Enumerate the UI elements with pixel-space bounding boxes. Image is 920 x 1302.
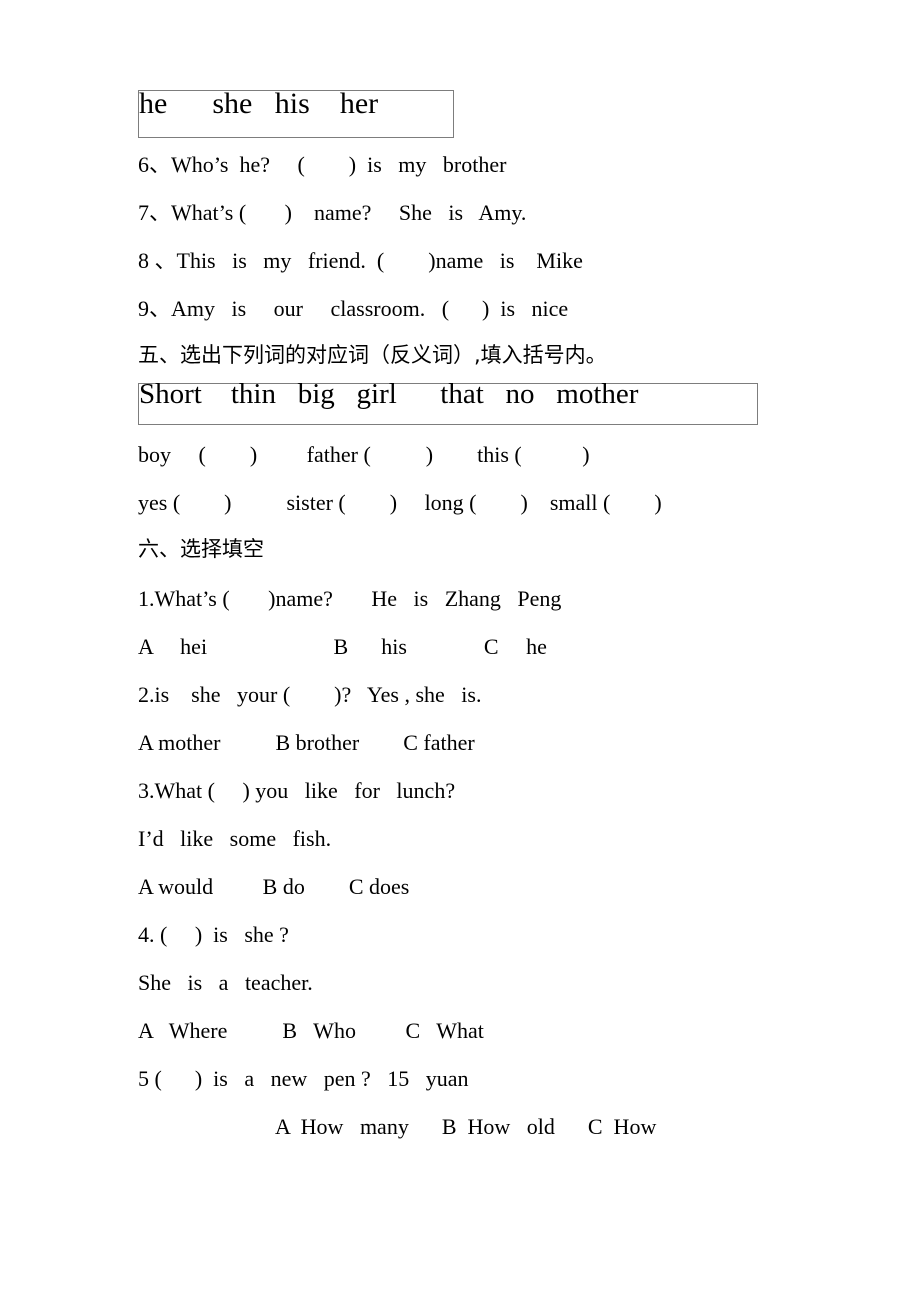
- worksheet-page: he she his her 6、Who’s he? ( ) is my bro…: [0, 0, 920, 1302]
- mc-question-2-stem: 2.is she your ( )? Yes , she is.: [138, 682, 482, 707]
- fill-in-question-6: 6、Who’s he? ( ) is my brother: [138, 152, 507, 177]
- opposites-answer-row-2: yes ( ) sister ( ) long ( ) small ( ): [138, 490, 662, 515]
- mc-question-4-stem-line2: She is a teacher.: [138, 970, 313, 995]
- opposites-answer-row-1: boy ( ) father ( ) this ( ): [138, 442, 590, 467]
- mc-question-2-choices[interactable]: A mother B brother C father: [138, 730, 475, 756]
- section-six-heading: 六、选择填空: [138, 537, 264, 561]
- fill-in-question-9: 9、Amy is our classroom. ( ) is nice: [138, 296, 569, 321]
- mc-question-1-stem: 1.What’s ( )name? He is Zhang Peng: [138, 586, 562, 611]
- opposites-word-bank-box: Short thin big girl that no mother: [138, 378, 758, 425]
- mc-question-4-stem: 4. ( ) is she ?: [138, 922, 289, 947]
- fill-in-question-8: 8 、This is my friend. ( )name is Mike: [138, 248, 583, 273]
- mc-question-3-stem-line2: I’d like some fish.: [138, 826, 332, 851]
- mc-question-1-choices[interactable]: A hei B his C he: [138, 634, 547, 660]
- mc-question-4-choices[interactable]: A Where B Who C What: [138, 1018, 484, 1044]
- pronoun-word-bank-box: he she his her: [138, 87, 454, 138]
- mc-question-5-choices[interactable]: A How many B How old C How: [275, 1114, 656, 1140]
- opposites-word-bank-text: Short thin big girl that no mother: [139, 378, 639, 410]
- pronoun-word-bank-text: he she his her: [139, 87, 379, 120]
- mc-question-3-stem: 3.What ( ) you like for lunch?: [138, 778, 456, 803]
- mc-question-5-stem: 5 ( ) is a new pen ? 15 yuan: [138, 1066, 469, 1091]
- section-five-heading: 五、选出下列词的对应词（反义词）,填入括号内。: [138, 343, 607, 367]
- mc-question-3-choices[interactable]: A would B do C does: [138, 874, 409, 900]
- fill-in-question-7: 7、What’s ( ) name? She is Amy.: [138, 200, 527, 225]
